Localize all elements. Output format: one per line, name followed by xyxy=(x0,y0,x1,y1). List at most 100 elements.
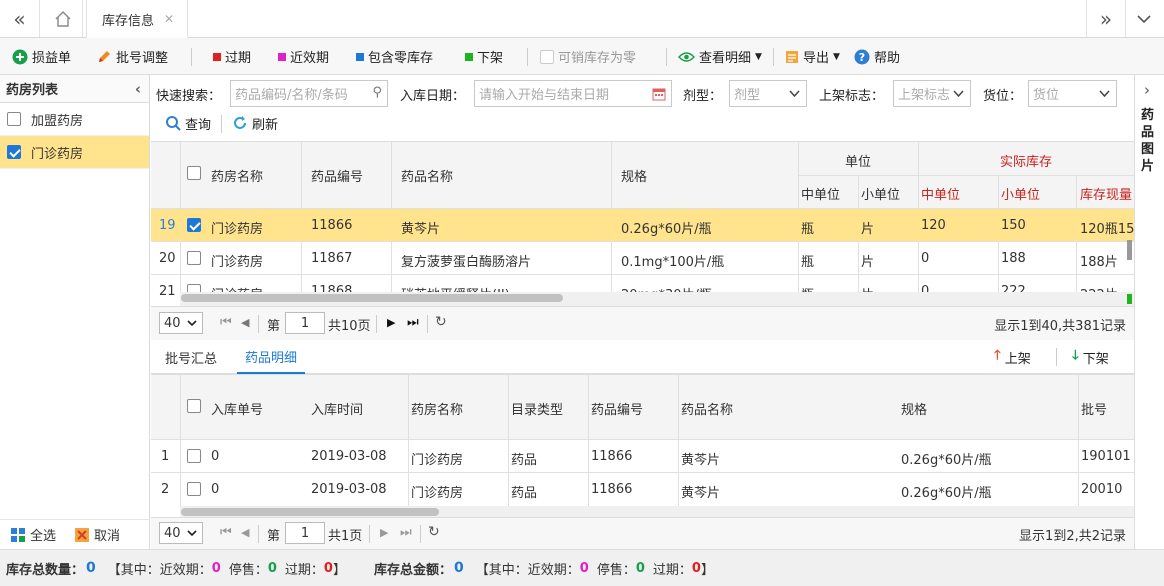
col-stock-now[interactable]: 库存现量 xyxy=(1080,184,1132,203)
header-select-all-checkbox[interactable] xyxy=(187,166,201,180)
cell-pharmacy: 门诊药房 xyxy=(211,222,264,237)
date-range-input[interactable]: 请输入开始与结束日期 xyxy=(474,80,672,107)
page-number-input[interactable]: 1 xyxy=(285,522,325,544)
location-select[interactable]: 货位 xyxy=(1028,80,1117,107)
next-page-icon[interactable]: ▶ xyxy=(387,316,395,329)
sub-tabs: 批号汇总 药品明细 🡑 上架 🡓 下架 xyxy=(151,340,1134,374)
next-page-icon[interactable]: ▶ xyxy=(380,526,388,539)
col-code[interactable]: 药品编号 xyxy=(311,166,363,185)
col-in-time[interactable]: 入库时间 xyxy=(311,399,363,418)
row-checkbox[interactable] xyxy=(187,251,201,265)
tab-batch-summary[interactable]: 批号汇总 xyxy=(165,340,217,374)
chevron-down-icon[interactable] xyxy=(1124,0,1164,37)
cell-stock-small: 150 xyxy=(1001,218,1026,233)
header-select-all-checkbox[interactable] xyxy=(187,399,201,413)
tab-drug-detail[interactable]: 药品明细 xyxy=(237,340,306,374)
col-batch[interactable]: 批号 xyxy=(1081,399,1107,418)
horizontal-scroll-thumb[interactable] xyxy=(181,294,563,302)
horizontal-scroll-thumb[interactable] xyxy=(181,508,439,516)
search-icon[interactable]: ⚲ xyxy=(372,85,382,100)
col-small-unit[interactable]: 小单位 xyxy=(861,184,900,203)
zero-stock-filter-button[interactable]: 包含零库存 xyxy=(356,38,433,75)
cell-pharmacy: 门诊药房 xyxy=(411,453,464,468)
last-page-icon[interactable]: ⏭ xyxy=(407,315,419,330)
form-select[interactable]: 剂型 xyxy=(729,80,807,107)
col-name[interactable]: 药品名称 xyxy=(681,399,733,418)
status-bar: 库存总数量： 0 【其中： 近效期： 0 停售： 0 过期： 0 】 库存总金额… xyxy=(0,549,1164,586)
page-size-select[interactable]: 40 xyxy=(159,312,203,334)
cell-pharmacy: 门诊药房 xyxy=(411,486,464,501)
row-checkbox[interactable] xyxy=(187,218,201,232)
first-page-icon[interactable]: ⏮ xyxy=(220,525,232,540)
col-catalog-type[interactable]: 目录类型 xyxy=(511,399,563,418)
select-all-button[interactable]: 全选 xyxy=(10,525,56,544)
shelf-down-button[interactable]: 🡓 下架 xyxy=(1072,340,1109,374)
refresh-icon xyxy=(234,116,246,129)
double-chevron-left-icon[interactable]: « xyxy=(0,0,40,37)
sidebar-item-franchise[interactable]: 加盟药房 xyxy=(0,103,149,136)
home-icon[interactable] xyxy=(43,0,83,37)
col-pharmacy[interactable]: 药房名称 xyxy=(411,399,463,418)
tab-inventory-info[interactable]: 库存信息 ✕ xyxy=(86,0,188,38)
batch-adjust-button[interactable]: 批号调整 xyxy=(96,38,168,75)
col-stock-small[interactable]: 小单位 xyxy=(1001,184,1040,203)
cell-code: 11867 xyxy=(311,251,353,266)
cell-mid-unit: 瓶 xyxy=(801,255,815,270)
col-pharmacy[interactable]: 药房名称 xyxy=(211,166,263,185)
prev-page-icon[interactable]: ◀ xyxy=(241,316,249,329)
last-page-icon[interactable]: ⏭ xyxy=(400,525,412,540)
near-expiry-filter-button[interactable]: 近效期 xyxy=(278,38,329,75)
checkbox-icon[interactable] xyxy=(7,112,21,126)
page-size-select[interactable]: 40 xyxy=(159,522,203,544)
col-code[interactable]: 药品编号 xyxy=(591,399,643,418)
shelf-up-button[interactable]: 🡑 上架 xyxy=(994,340,1031,374)
record-summary: 显示1到40,共381记录 xyxy=(994,319,1126,334)
reload-icon[interactable]: ↻ xyxy=(435,314,447,330)
svg-text:?: ? xyxy=(859,51,865,64)
green-marker xyxy=(1127,294,1132,304)
record-summary: 显示1到2,共2记录 xyxy=(1019,529,1126,544)
off-shelf-filter-button[interactable]: 下架 xyxy=(465,38,503,75)
cell-order-no: 0 xyxy=(211,482,220,497)
row-checkbox[interactable] xyxy=(187,482,201,496)
col-spec[interactable]: 规格 xyxy=(901,399,927,418)
stop-value: 0 xyxy=(267,560,277,576)
vertical-scroll-thumb[interactable] xyxy=(1127,240,1132,260)
tab-bar: « 库存信息 ✕ » xyxy=(0,0,1164,38)
sellable-zero-checkbox[interactable]: 可销库存为零 xyxy=(540,38,636,75)
export-button[interactable]: 导出 ▼ xyxy=(785,38,840,75)
row-checkbox[interactable] xyxy=(187,449,201,463)
sidebar-item-outpatient[interactable]: 门诊药房 xyxy=(0,136,149,169)
col-stock-mid[interactable]: 中单位 xyxy=(921,184,960,203)
inventory-grid: 药房名称 药品编号 药品名称 规格 单位 中单位 小单位 实际库存 中单位 小单… xyxy=(151,141,1134,307)
collapse-right-icon[interactable]: › xyxy=(1144,81,1150,99)
collapse-left-icon[interactable]: ‹ xyxy=(135,80,141,98)
expired-filter-button[interactable]: 过期 xyxy=(213,38,251,75)
first-page-icon[interactable]: ⏮ xyxy=(220,315,232,330)
col-spec[interactable]: 规格 xyxy=(621,166,647,185)
cell-code: 11866 xyxy=(311,218,353,233)
col-name[interactable]: 药品名称 xyxy=(401,166,453,185)
prev-page-icon[interactable]: ◀ xyxy=(241,526,249,539)
row-number: 1 xyxy=(161,449,170,464)
checkbox-checked-icon[interactable] xyxy=(7,145,21,159)
col-order-no[interactable]: 入库单号 xyxy=(211,399,263,418)
shelf-select[interactable]: 上架标志 xyxy=(893,80,971,107)
batch-adjust-label: 批号调整 xyxy=(116,51,169,66)
red-square-icon xyxy=(213,52,221,61)
cancel-button[interactable]: 取消 xyxy=(74,525,120,544)
help-button[interactable]: ? 帮助 xyxy=(854,38,900,75)
loss-gain-button[interactable]: 损益单 xyxy=(12,38,71,75)
col-mid-unit[interactable]: 中单位 xyxy=(801,184,840,203)
blue-square-icon xyxy=(356,52,364,61)
double-chevron-right-icon[interactable]: » xyxy=(1086,0,1126,37)
refresh-button[interactable]: 刷新 xyxy=(232,109,278,137)
near-expiry-label: 近效期 xyxy=(290,51,330,66)
page-number-input[interactable]: 1 xyxy=(285,312,325,334)
view-detail-button[interactable]: 查看明细 ▼ xyxy=(678,38,762,75)
reload-icon[interactable]: ↻ xyxy=(428,524,440,540)
close-icon[interactable]: ✕ xyxy=(164,12,174,26)
query-button[interactable]: 查询 xyxy=(165,109,211,137)
sellable-zero-label: 可销库存为零 xyxy=(558,51,637,66)
quick-search-input[interactable]: 药品编码/名称/条码 ⚲ xyxy=(230,80,388,107)
